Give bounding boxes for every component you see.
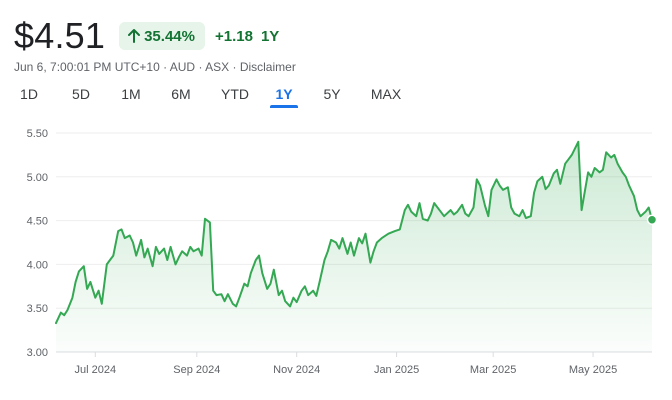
y-axis-labels: 3.00 3.50 4.00 4.50 5.00 5.50 — [27, 128, 48, 359]
x-tick-label: Jan 2025 — [374, 364, 419, 376]
price-chart[interactable]: 3.00 3.50 4.00 4.50 5.00 5.50 Jul 2024 Sep 202… — [0, 0, 672, 400]
x-tick-label: Mar 2025 — [470, 364, 516, 376]
y-tick-label: 5.00 — [27, 172, 48, 184]
y-tick-label: 5.50 — [27, 128, 48, 140]
y-tick-label: 3.50 — [27, 303, 48, 315]
x-axis-labels: Jul 2024 Sep 2024 Nov 2024 Jan 2025 Mar 2025… — [74, 364, 617, 376]
x-tick-label: Nov 2024 — [273, 364, 320, 376]
x-tick-label: Sep 2024 — [173, 364, 220, 376]
chart-end-marker — [646, 214, 658, 225]
y-tick-label: 4.00 — [27, 259, 48, 271]
last-price-dot — [646, 214, 658, 225]
y-tick-label: 4.50 — [27, 216, 48, 228]
x-tick-label: May 2025 — [569, 364, 617, 376]
x-tick-label: Jul 2024 — [74, 364, 116, 376]
y-tick-label: 3.00 — [27, 347, 48, 359]
